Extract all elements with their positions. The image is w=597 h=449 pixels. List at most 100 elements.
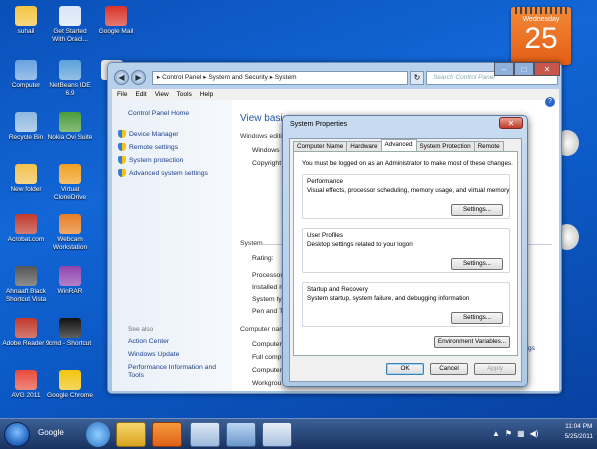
windows-version: Windows 7 bbox=[252, 147, 286, 154]
volume-icon[interactable]: ◀) bbox=[530, 429, 539, 438]
desktop-icon[interactable]: NetBeans IDE 6.9 bbox=[46, 60, 94, 97]
group-title: Performance bbox=[307, 178, 344, 185]
network-icon[interactable] bbox=[226, 422, 256, 447]
start-button[interactable] bbox=[4, 422, 30, 447]
desktop-icon[interactable]: New folder bbox=[2, 164, 50, 194]
desktop-icon-label: Adobe Reader 9 bbox=[2, 340, 50, 347]
minimize-button[interactable]: – bbox=[494, 62, 514, 76]
desktop-icon[interactable]: Get Started With Oracl... bbox=[46, 6, 94, 43]
apply-button[interactable]: Apply bbox=[474, 363, 516, 375]
network-tray-icon[interactable]: ▦ bbox=[517, 429, 525, 438]
tab-computer-name[interactable]: Computer Name bbox=[293, 141, 348, 151]
tab-remote[interactable]: Remote bbox=[473, 141, 504, 151]
desktop-icon-label: Acrobat.com bbox=[7, 236, 45, 243]
forward-button[interactable]: ▶ bbox=[131, 70, 146, 85]
desktop-icon-label: NetBeans IDE 6.9 bbox=[49, 82, 91, 97]
desktop-icon-label: Computer bbox=[11, 82, 41, 89]
desktop-icon[interactable]: Ahnaaft Black Shortcut Vista bbox=[2, 266, 50, 303]
performance-settings-button[interactable]: Settings... bbox=[451, 204, 503, 216]
advanced-tab-pane: You must be logged on as an Administrato… bbox=[293, 151, 518, 356]
desktop-icon[interactable]: Nokia Ovi Suite bbox=[46, 112, 94, 142]
desktop-icon[interactable]: Webcam Workstation bbox=[46, 214, 94, 251]
desktop-item-icon bbox=[59, 370, 81, 390]
clock[interactable]: 11:04 PM 5/25/2011 bbox=[565, 422, 593, 442]
performance-info-link[interactable]: Performance Information and Tools bbox=[128, 364, 228, 380]
calendar-date: 25 bbox=[524, 22, 558, 55]
page-title: View basic bbox=[240, 113, 288, 124]
menu-file[interactable]: File bbox=[117, 89, 127, 100]
dialog-title: System Properties bbox=[290, 121, 348, 128]
desktop-icon[interactable]: Virtual CloneDrive bbox=[46, 164, 94, 201]
windows-update-link[interactable]: Windows Update bbox=[128, 351, 228, 359]
startup-recovery-group: Startup and Recovery System startup, sys… bbox=[302, 282, 510, 327]
control-panel-taskbar-icon[interactable] bbox=[262, 422, 292, 447]
windows-explorer-icon[interactable] bbox=[116, 422, 146, 447]
clock-date: 5/25/2011 bbox=[564, 433, 593, 440]
maximize-button[interactable]: □ bbox=[514, 62, 534, 76]
remote-settings-link[interactable]: Remote settings bbox=[118, 143, 178, 151]
desktop: suhail Get Started With Oracl... Google Ma… bbox=[0, 0, 597, 418]
help-icon[interactable]: ? bbox=[545, 97, 555, 107]
flag-icon[interactable]: ⚑ bbox=[505, 429, 512, 438]
system-heading: System bbox=[240, 240, 263, 247]
back-button[interactable]: ◀ bbox=[114, 70, 129, 85]
dialog-close-button[interactable]: ✕ bbox=[499, 117, 523, 129]
control-panel-home-link[interactable]: Control Panel Home bbox=[128, 110, 189, 117]
desktop-icon-label: suhail bbox=[17, 28, 35, 35]
tab-advanced[interactable]: Advanced bbox=[380, 139, 417, 151]
group-description: System startup, system failure, and debu… bbox=[307, 295, 470, 302]
google-toolbar-label[interactable]: Google bbox=[38, 428, 64, 437]
desktop-icon[interactable]: suhail bbox=[2, 6, 50, 36]
shield-icon bbox=[118, 143, 126, 151]
action-center-link[interactable]: Action Center bbox=[128, 338, 228, 346]
windows-edition-heading: Windows editi bbox=[240, 133, 282, 140]
system-properties-dialog: System Properties ✕ Computer Name Hardwa… bbox=[282, 115, 528, 387]
desktop-item-icon bbox=[15, 164, 37, 184]
computer-description-label: Computer bbox=[252, 367, 282, 374]
refresh-icon[interactable]: ↻ bbox=[410, 71, 424, 85]
control-panel-sidebar: Control Panel Home Device Manager Remote… bbox=[112, 100, 232, 391]
menu-view[interactable]: View bbox=[155, 89, 169, 100]
desktop-item-icon bbox=[15, 318, 37, 338]
desktop-icon-label: Recycle Bin bbox=[8, 134, 44, 141]
user-profiles-settings-button[interactable]: Settings... bbox=[451, 258, 503, 270]
show-hidden-icons-icon[interactable]: ▲ bbox=[492, 429, 500, 438]
ok-button[interactable]: OK bbox=[386, 363, 424, 375]
close-button[interactable]: ✕ bbox=[534, 62, 560, 76]
user-profiles-group: User Profiles Desktop settings related t… bbox=[302, 228, 510, 273]
desktop-icon[interactable]: Recycle Bin bbox=[2, 112, 50, 142]
desktop-item-icon bbox=[15, 60, 37, 80]
desktop-icon[interactable]: Computer bbox=[2, 60, 50, 90]
menu-edit[interactable]: Edit bbox=[135, 89, 146, 100]
media-player-icon[interactable] bbox=[152, 422, 182, 447]
cancel-button[interactable]: Cancel bbox=[430, 363, 468, 375]
desktop-icon-label: Google Chrome bbox=[47, 392, 93, 399]
desktop-item-icon bbox=[15, 370, 37, 390]
desktop-icon[interactable]: Google Chrome bbox=[46, 370, 94, 400]
desktop-icon-label: Webcam Workstation bbox=[52, 236, 88, 251]
tab-system-protection[interactable]: System Protection bbox=[415, 141, 475, 151]
desktop-item-icon bbox=[59, 112, 81, 132]
address-bar[interactable]: ▸ Control Panel ▸ System and Security ▸ … bbox=[152, 71, 408, 85]
internet-explorer-icon[interactable] bbox=[86, 422, 110, 447]
notepad-icon[interactable] bbox=[190, 422, 220, 447]
desktop-icon[interactable]: Google Mail bbox=[92, 6, 140, 36]
system-protection-link[interactable]: System protection bbox=[118, 156, 183, 164]
desktop-icon[interactable]: cmd - Shortcut bbox=[46, 318, 94, 348]
advanced-system-settings-link[interactable]: Advanced system settings bbox=[118, 169, 208, 177]
change-settings-link[interactable]: gs bbox=[528, 345, 535, 352]
startup-recovery-settings-button[interactable]: Settings... bbox=[451, 312, 503, 324]
copyright-text: Copyright bbox=[252, 160, 282, 167]
desktop-icon[interactable]: WinRAR bbox=[46, 266, 94, 296]
desktop-icon[interactable]: Acrobat.com bbox=[2, 214, 50, 244]
menu-help[interactable]: Help bbox=[200, 89, 213, 100]
desktop-icon[interactable]: AVG 2011 bbox=[2, 370, 50, 400]
desktop-item-icon bbox=[15, 6, 37, 26]
menu-tools[interactable]: Tools bbox=[177, 89, 192, 100]
tab-hardware[interactable]: Hardware bbox=[346, 141, 382, 151]
group-title: User Profiles bbox=[307, 232, 344, 239]
environment-variables-button[interactable]: Environment Variables... bbox=[434, 336, 510, 348]
device-manager-link[interactable]: Device Manager bbox=[118, 130, 179, 138]
calendar-gadget[interactable]: Wednesday 25 bbox=[511, 7, 571, 65]
desktop-icon[interactable]: Adobe Reader 9 bbox=[2, 318, 50, 348]
